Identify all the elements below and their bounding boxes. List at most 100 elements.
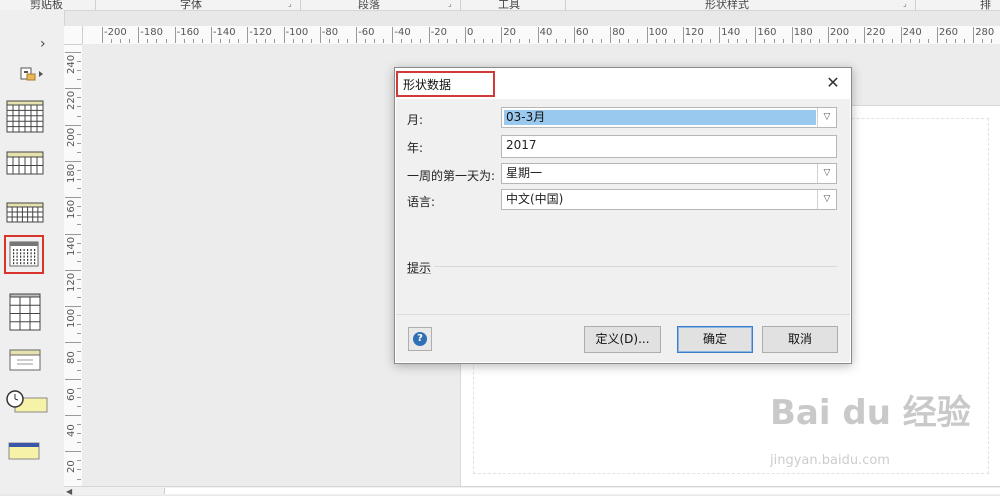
ribbon-group-paragraph[interactable]: 段落 <box>358 0 380 10</box>
chevron-down-icon[interactable]: ▽ <box>817 164 836 183</box>
first-day-select[interactable]: 星期一 ▽ <box>501 163 837 184</box>
dialog-title-bar[interactable]: 形状数据 ✕ <box>395 68 851 98</box>
ribbon-separator <box>565 0 566 10</box>
stencil-more-icon[interactable] <box>20 66 46 85</box>
year-input[interactable]: 2017 <box>501 135 837 158</box>
calendar-year-icon[interactable] <box>9 293 41 334</box>
ruler-label: 80 <box>66 351 77 365</box>
ruler-tick <box>77 142 81 144</box>
ruler-tick <box>77 260 81 262</box>
ribbon-group-tools[interactable]: 工具 <box>498 0 520 10</box>
ruler-tick <box>573 27 575 43</box>
timeline-clock-icon[interactable] <box>3 390 49 419</box>
ruler-tick <box>955 39 957 43</box>
expand-shapes-chevron-icon[interactable]: › <box>40 36 46 52</box>
ruler-label: 200 <box>830 27 850 38</box>
help-button[interactable]: ? <box>408 327 432 351</box>
ruler-label: 120 <box>66 272 77 292</box>
ruler-tick <box>65 342 81 344</box>
close-icon[interactable]: ✕ <box>823 73 843 93</box>
ruler-label: 60 <box>575 27 589 38</box>
ruler-label: -80 <box>321 27 339 38</box>
ruler-tick <box>519 39 521 43</box>
ruler-tick <box>710 39 712 43</box>
ribbon-separator <box>460 0 461 10</box>
calendar-month-strip-icon[interactable] <box>6 202 44 227</box>
calendar-month-icon[interactable] <box>9 241 39 270</box>
ruler-tick <box>147 39 149 43</box>
ruler-tick <box>437 39 439 43</box>
scroll-left-arrow-icon[interactable]: ◀ <box>66 487 72 496</box>
ruler-label: 220 <box>866 27 886 38</box>
ruler-tick <box>77 442 81 444</box>
month-select[interactable]: 03-3月 ▽ <box>501 107 837 128</box>
cancel-button[interactable]: 取消 <box>762 326 838 353</box>
ok-button[interactable]: 确定 <box>677 326 753 353</box>
define-button[interactable]: 定义(D)... <box>584 326 661 353</box>
language-select[interactable]: 中文(中国) ▽ <box>501 189 837 210</box>
calendar-grid-large-icon[interactable] <box>6 100 44 137</box>
ruler-tick <box>374 39 376 43</box>
watermark-url: jingyan.baidu.com <box>770 453 890 468</box>
year-value: 2017 <box>506 138 537 152</box>
ruler-tick <box>782 39 784 43</box>
ruler-tick <box>65 269 81 271</box>
font-dialog-launcher-icon[interactable]: ⌟ <box>288 0 292 8</box>
ruler-label: 160 <box>66 200 77 220</box>
ribbon-group-arrange[interactable]: 排列 <box>980 0 1000 10</box>
ribbon-group-shape-styles[interactable]: 形状样式 <box>705 0 749 10</box>
dialog-title: 形状数据 <box>403 78 452 92</box>
shape-styles-dialog-launcher-icon[interactable]: ⌟ <box>903 0 907 8</box>
ruler-tick <box>183 39 185 43</box>
ruler-tick <box>65 52 81 53</box>
calendar-week-icon[interactable] <box>6 151 44 180</box>
ruler-tick <box>855 39 857 43</box>
ribbon-separator <box>300 0 301 10</box>
ruler-tick <box>77 333 81 335</box>
ruler-tick <box>991 39 993 43</box>
month-label: 月: <box>407 113 424 127</box>
ruler-tick <box>77 433 81 435</box>
scrollbar-thumb[interactable] <box>164 488 1000 494</box>
ruler-tick <box>65 306 81 308</box>
ruler-tick <box>238 39 240 43</box>
ruler-label: -100 <box>285 27 309 38</box>
ruler-tick <box>201 39 203 43</box>
ruler-tick <box>111 39 113 43</box>
ruler-tick <box>637 39 639 43</box>
ruler-label: 180 <box>793 27 813 38</box>
ruler-label: 120 <box>684 27 704 38</box>
ruler-tick <box>256 39 258 43</box>
ruler-tick <box>65 88 81 90</box>
ruler-label: 20 <box>66 460 77 474</box>
ruler-tick <box>77 169 81 171</box>
ruler-tick <box>419 39 421 43</box>
ruler-tick <box>77 61 81 63</box>
ruler-tick <box>65 160 81 162</box>
ribbon-group-labels: 剪贴板 字体 ⌟ 段落 ⌟ 工具 形状样式 ⌟ 排列 <box>0 0 1000 11</box>
ruler-tick <box>410 39 412 43</box>
ruler-tick <box>746 39 748 43</box>
ruler-tick <box>619 39 621 43</box>
chevron-down-icon[interactable]: ▽ <box>817 108 836 127</box>
calendar-bar-icon[interactable] <box>8 442 40 463</box>
ruler-label: -140 <box>212 27 236 38</box>
ruler-tick <box>755 27 757 43</box>
ribbon-group-font[interactable]: 字体 <box>180 0 202 10</box>
ruler-tick <box>77 424 81 426</box>
horizontal-ruler: -200 -180 -160 -140 -120 -100 -80 -60 -40 -20 0 20 4… <box>82 26 1000 45</box>
ruler-tick <box>301 39 303 43</box>
ruler-tick <box>936 27 938 43</box>
ruler-tick <box>219 39 221 43</box>
ruler-tick <box>492 39 494 43</box>
calendar-note-icon[interactable] <box>9 349 41 374</box>
chevron-down-icon[interactable]: ▽ <box>817 190 836 209</box>
ruler-tick <box>828 27 829 43</box>
paragraph-dialog-launcher-icon[interactable]: ⌟ <box>448 0 452 8</box>
ruler-tick <box>77 151 81 153</box>
ruler-label: 180 <box>66 163 77 183</box>
ruler-label: -20 <box>430 27 448 38</box>
ruler-tick <box>65 124 81 126</box>
ruler-tick <box>347 39 349 43</box>
ruler-tick <box>764 39 766 43</box>
